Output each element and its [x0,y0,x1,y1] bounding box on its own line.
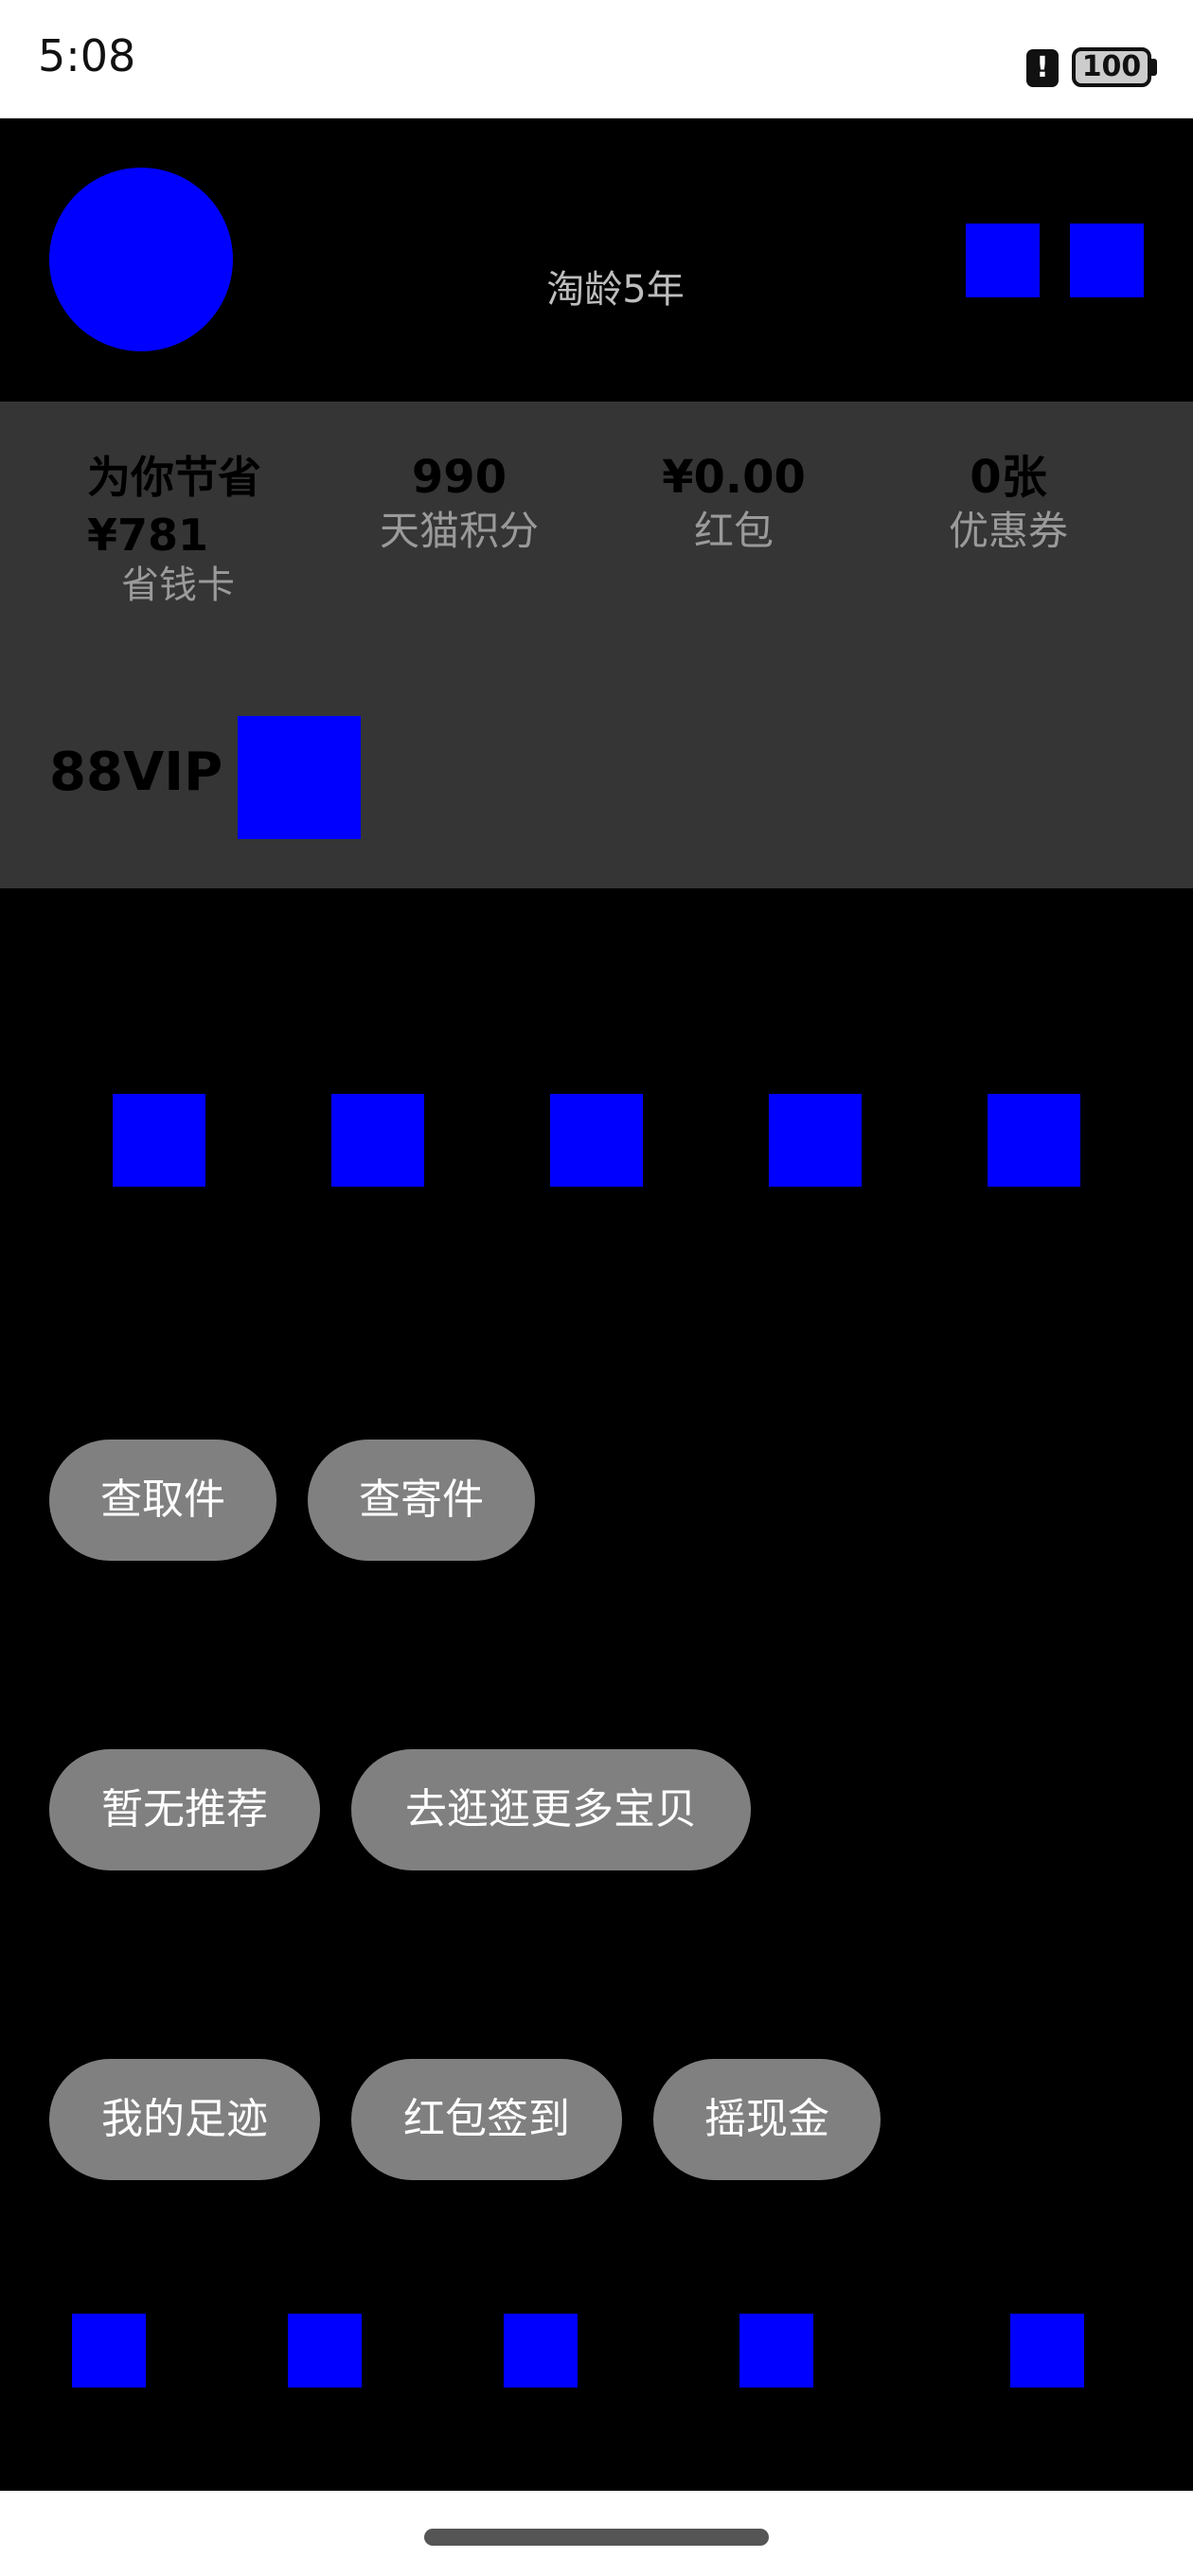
battery-tip [1151,59,1157,76]
pending-receipt-icon[interactable] [550,1094,643,1187]
battery-icon: 100 [1072,47,1151,87]
cart-tab-icon[interactable] [739,2314,813,2388]
avatar[interactable] [49,168,233,351]
red-packet-stat[interactable]: ¥0.00 红包 [653,451,814,557]
status-time: 5:08 [38,30,136,81]
check-pickup-button[interactable]: 查取件 [49,1440,276,1561]
check-send-button[interactable]: 查寄件 [308,1440,535,1561]
tmall-points-stat[interactable]: 990 天猫积分 [369,451,549,557]
browse-more-button[interactable]: 去逛逛更多宝贝 [351,1749,751,1870]
savings-card-label: 省钱卡 [121,564,235,607]
taobao-age: 淘龄5年 [546,268,685,312]
shake-cash-button[interactable]: 摇现金 [653,2059,881,2180]
pending-payment-icon[interactable] [113,1094,205,1187]
red-packet-value: ¥0.00 [662,451,806,504]
home-indicator[interactable] [424,2529,769,2546]
no-recommendation-button[interactable]: 暂无推荐 [49,1749,320,1870]
home-tab-icon[interactable] [72,2314,146,2388]
video-tab-icon[interactable] [288,2314,362,2388]
refund-icon[interactable] [988,1094,1080,1187]
message-icon[interactable] [1070,224,1144,297]
profile-tab-icon[interactable] [1010,2314,1084,2388]
red-packet-label: 红包 [693,507,774,554]
savings-amount[interactable]: 为你节省 ¥781 [87,449,314,564]
assets-panel: 为你节省 ¥781 省钱卡 990 天猫积分 ¥0.00 红包 0张 优惠券 8… [0,402,1193,888]
tmall-points-label: 天猫积分 [379,507,539,554]
vip-label[interactable]: 88VIP [49,741,223,804]
coupon-value: 0张 [970,451,1047,504]
coupon-stat[interactable]: 0张 优惠券 [937,451,1079,557]
system-nav-bar [0,2491,1193,2576]
my-footprints-button[interactable]: 我的足迹 [49,2059,320,2180]
red-packet-checkin-button[interactable]: 红包签到 [351,2059,622,2180]
vip-icon[interactable] [238,716,361,839]
savings-title-line1: 为你节省 [87,452,261,503]
message-tab-icon[interactable] [504,2314,578,2388]
pending-shipment-icon[interactable] [331,1094,424,1187]
settings-icon[interactable] [966,224,1040,297]
status-bar: 5:08 ! 100 [0,0,1193,118]
tmall-points-value: 990 [411,451,507,504]
pending-review-icon[interactable] [769,1094,862,1187]
coupon-label: 优惠券 [948,507,1068,554]
alert-icon: ! [1026,49,1059,87]
savings-title-line2: ¥781 [87,509,209,561]
